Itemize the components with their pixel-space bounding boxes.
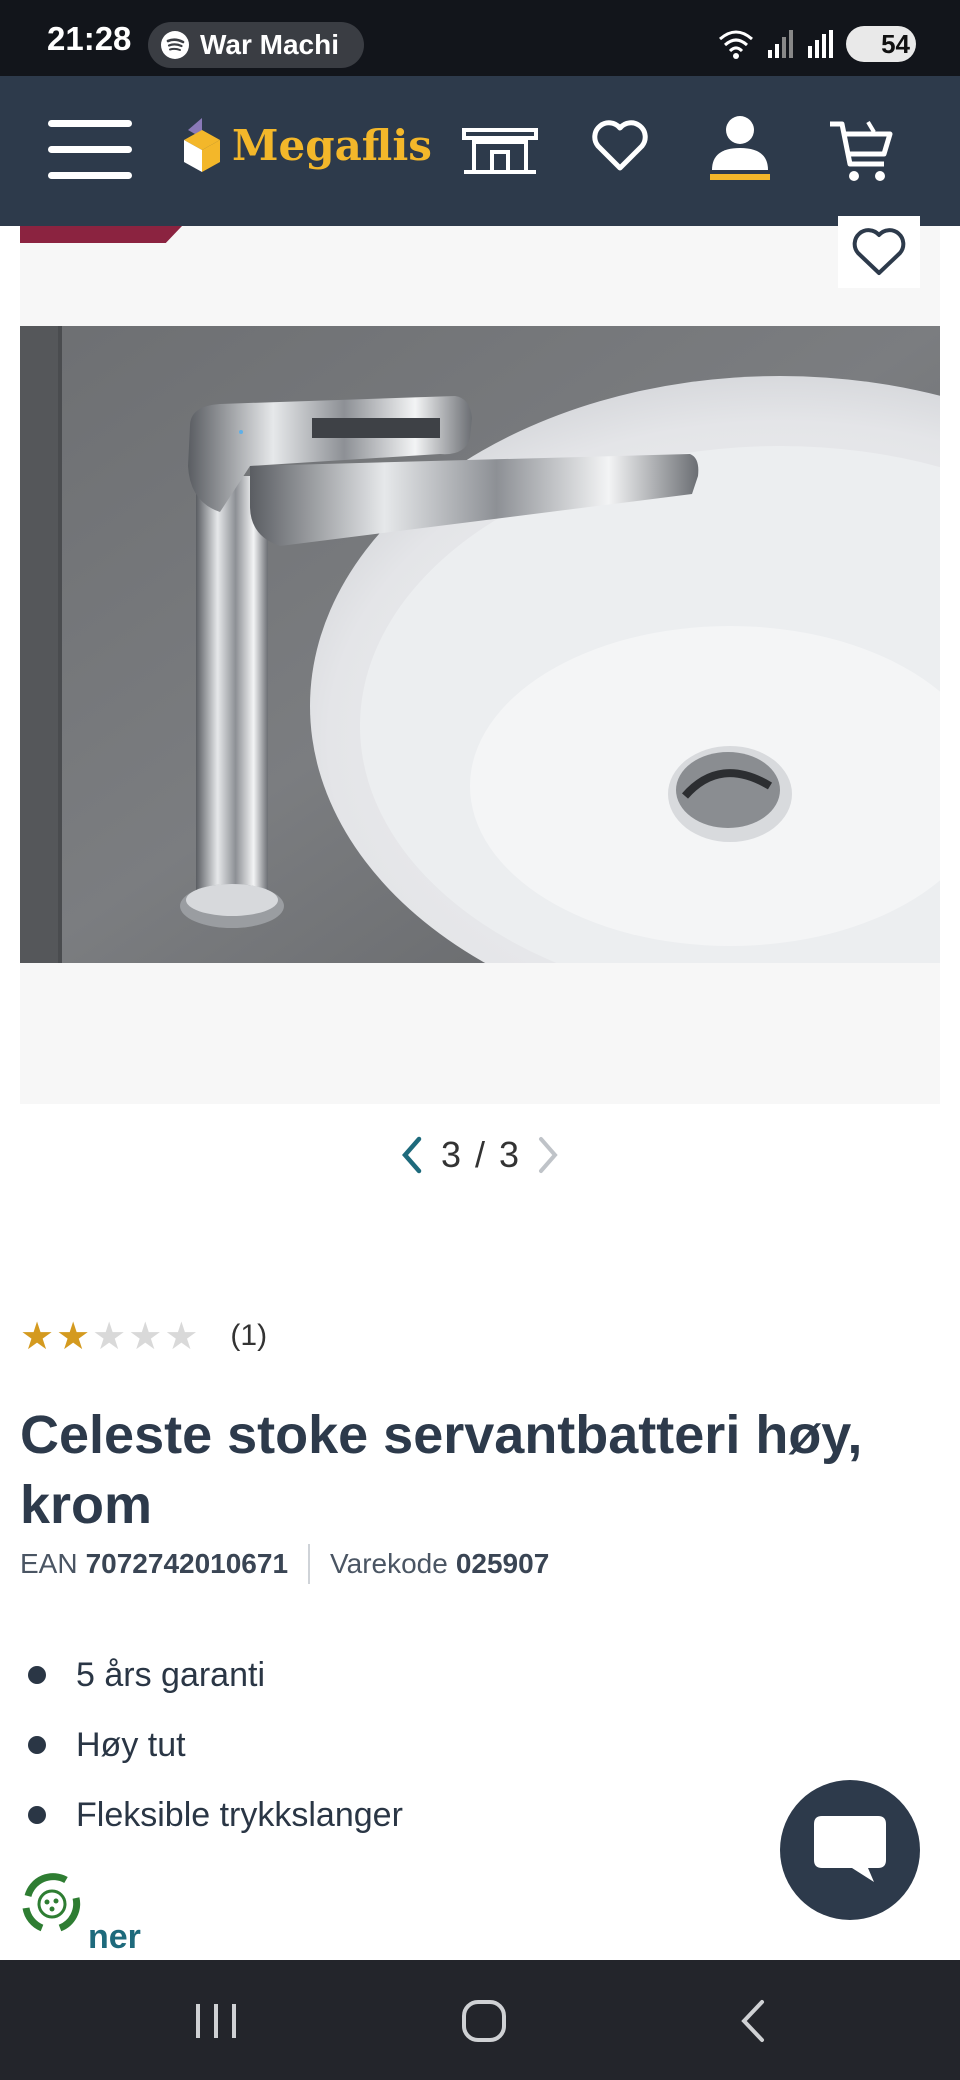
battery-level: 54: [881, 28, 910, 59]
bullet: [28, 1666, 46, 1684]
bullet: [28, 1806, 46, 1824]
product-rating[interactable]: ★ ★ ★ ★ ★ (1): [20, 1316, 267, 1356]
sale-badge: [20, 226, 182, 243]
list-item: Høy tut: [20, 1710, 403, 1780]
wishlist-heart-icon[interactable]: [590, 116, 650, 176]
add-to-favorites-button[interactable]: [838, 216, 920, 288]
media-pill[interactable]: War Machi: [148, 22, 364, 68]
star-rating: ★ ★ ★ ★ ★: [20, 1316, 200, 1356]
pager-current: 3: [440, 1134, 461, 1175]
feature-text: Høy tut: [76, 1725, 186, 1764]
battery-indicator: 54: [846, 26, 916, 62]
signal-2-icon: [808, 30, 833, 58]
system-icons: 54: [716, 26, 916, 62]
chat-bubble-icon: [814, 1816, 886, 1882]
status-time: 21:28: [47, 20, 132, 57]
system-nav-bar: [0, 1960, 960, 2080]
home-icon[interactable]: [460, 1996, 508, 2046]
star-empty-icon: ★: [128, 1314, 163, 1358]
eco-badge-icon[interactable]: [16, 1868, 88, 1940]
status-bar: 21:28 War Machi 54: [0, 0, 960, 76]
product-codes: EAN 7072742010671 Varekode 025907: [20, 1544, 549, 1584]
more-link[interactable]: ner: [88, 1918, 141, 1958]
star-empty-icon: ★: [164, 1314, 199, 1358]
star-filled-icon: ★: [56, 1314, 91, 1358]
bullet: [28, 1736, 46, 1754]
spotify-icon: [161, 31, 189, 59]
item-code-value: 025907: [455, 1548, 550, 1579]
site-header: Megaflis: [0, 76, 960, 226]
wifi-icon: [719, 30, 753, 59]
product-gallery[interactable]: [20, 216, 940, 1104]
heart-outline-icon: [852, 228, 906, 275]
logo-mark-icon: [184, 118, 220, 172]
gallery-pager: 3 / 3: [0, 1134, 960, 1176]
signal-icon: [768, 30, 793, 58]
brand-name: Megaflis: [232, 120, 432, 170]
previous-image-icon[interactable]: [397, 1135, 427, 1175]
product-title: Celeste stoke servantbatteri høy, krom: [20, 1405, 863, 1535]
item-code-label: Varekode: [330, 1548, 448, 1579]
feature-list: 5 års garanti Høy tut Fleksible trykksla…: [20, 1640, 403, 1850]
product-image: [20, 326, 940, 963]
media-title: War Machi: [200, 29, 339, 60]
list-item: Fleksible trykkslanger: [20, 1780, 403, 1850]
list-item: 5 års garanti: [20, 1640, 403, 1710]
recent-apps-icon[interactable]: [190, 1996, 242, 2046]
review-count: (1): [230, 1319, 268, 1352]
menu-icon[interactable]: [48, 120, 132, 180]
account-button[interactable]: [708, 112, 772, 184]
feature-text: 5 års garanti: [76, 1655, 265, 1694]
chat-button[interactable]: [780, 1780, 920, 1920]
ean-label: EAN: [20, 1548, 78, 1579]
codes-divider: [308, 1544, 311, 1584]
brand-logo[interactable]: Megaflis: [178, 116, 432, 174]
showroom-icon[interactable]: [460, 116, 540, 186]
pager-separator: /: [474, 1134, 485, 1175]
next-image-icon[interactable]: [533, 1135, 563, 1175]
star-empty-icon: ★: [92, 1314, 127, 1358]
pager-total: 3: [499, 1134, 520, 1175]
back-icon[interactable]: [736, 1996, 772, 2046]
ean-value: 7072742010671: [85, 1548, 289, 1579]
star-filled-icon: ★: [20, 1314, 55, 1358]
feature-text: Fleksible trykkslanger: [76, 1795, 403, 1834]
cart-icon[interactable]: [828, 116, 894, 186]
user-icon: [710, 116, 770, 180]
